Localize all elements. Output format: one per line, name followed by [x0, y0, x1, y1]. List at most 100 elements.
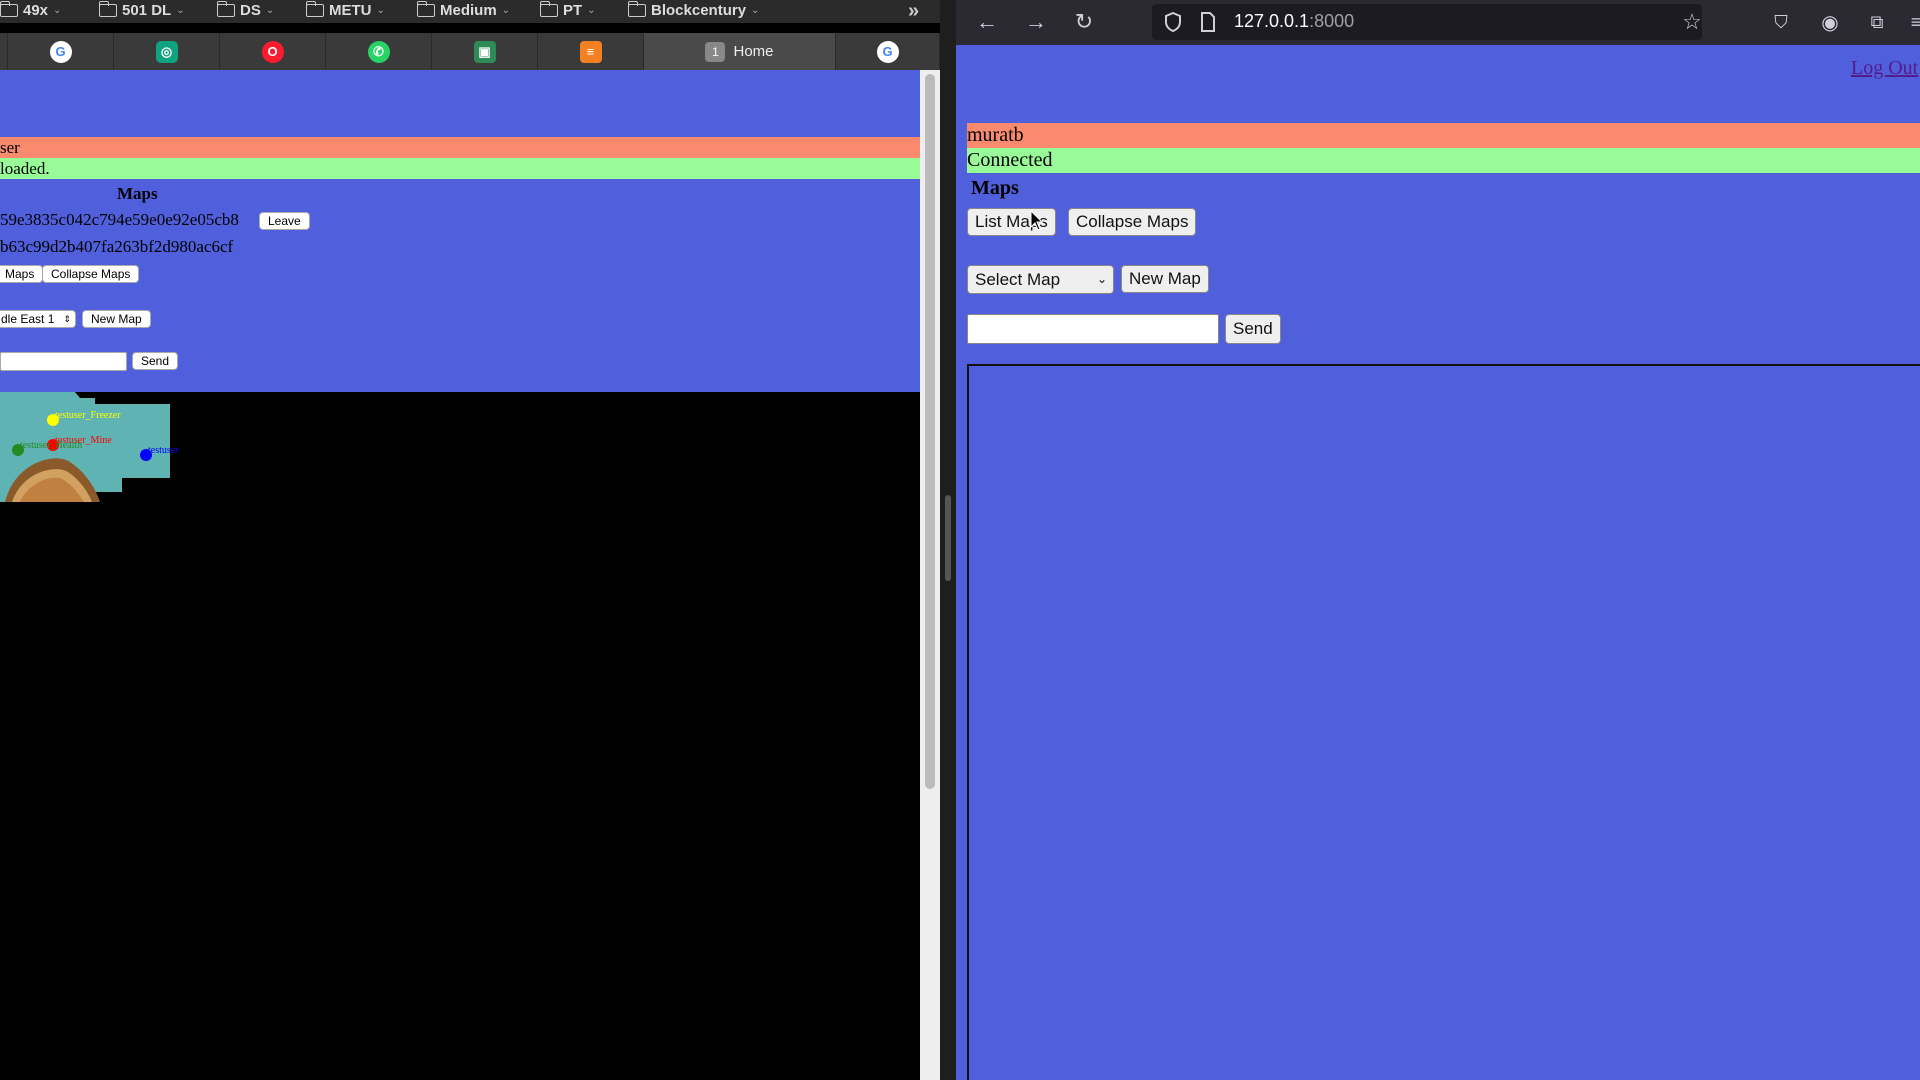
collapse-maps-button[interactable]: Collapse Maps	[42, 265, 140, 283]
chevron-down-icon: ⌄	[587, 5, 596, 16]
account-icon[interactable]: ◉	[1816, 8, 1844, 36]
google-icon: G	[876, 40, 899, 63]
bookmark-label: Medium	[440, 2, 497, 19]
tab-whatsapp[interactable]: ✆	[326, 33, 432, 70]
reload-icon[interactable]: ↻	[1070, 8, 1098, 36]
left-page-content: ser loaded. Maps 59e3835c042c794e59e0e92…	[0, 70, 920, 1080]
url-port: :8000	[1309, 11, 1355, 31]
extensions-icon[interactable]: ⧉	[1863, 8, 1891, 36]
player-label-health: testuser_Health	[20, 440, 83, 451]
shield-icon[interactable]	[1164, 12, 1182, 32]
tab-number-badge: 1	[705, 41, 726, 62]
bookmarks-overflow-icon[interactable]: »	[908, 0, 919, 23]
send-button[interactable]: Send	[132, 352, 179, 370]
right-page-content: Log Out muratb Connected Maps List Maps …	[956, 45, 1920, 1080]
app-icon: ▣	[473, 40, 496, 63]
map-select-value: dle East 1	[1, 312, 55, 326]
collapse-maps-button[interactable]: Collapse Maps	[1068, 208, 1197, 236]
bookmark-label: 501 DL	[122, 2, 172, 19]
browser-toolbar: ← → ↻ 127.0.0.1:8000 ☆ ⛉ ◉ ⧉ ≡	[956, 0, 1920, 45]
map-select[interactable]: Select Map ⌄	[967, 265, 1114, 294]
scrollbar-thumb[interactable]	[925, 74, 935, 789]
chevron-down-icon: ⌄	[501, 5, 511, 16]
url-host: 127.0.0.1	[1234, 11, 1310, 31]
divider-grip-handle[interactable]	[945, 495, 951, 581]
map-id-2: b63c99d2b407fa263bf2d980ac6cf	[0, 237, 234, 256]
menu-icon[interactable]: ≡	[1902, 8, 1920, 36]
map-select-value: Select Map	[975, 270, 1061, 289]
list-maps-button[interactable]: Maps	[0, 265, 44, 283]
game-map-canvas[interactable]	[967, 364, 1920, 1080]
player-label-freezer: testuser_Freezer	[55, 410, 121, 421]
url-text[interactable]: 127.0.0.1:8000	[1234, 11, 1354, 32]
left-page-blue-area: ser loaded. Maps 59e3835c042c794e59e0e92…	[0, 70, 920, 392]
map-id-1: 59e3835c042c794e59e0e92e05cb8	[0, 210, 239, 229]
new-map-button[interactable]: New Map	[82, 310, 151, 328]
forward-arrow-icon[interactable]: →	[1022, 8, 1050, 36]
left-browser-window: 49x ⌄ 501 DL ⌄ DS ⌄ METU ⌄ Medium ⌄ PT ⌄	[0, 0, 940, 1080]
opera-icon: O	[261, 40, 284, 63]
bookmark-folder-metu[interactable]: METU ⌄	[305, 1, 385, 19]
chatgpt-icon: ◎	[155, 40, 178, 63]
bookmark-folder-medium[interactable]: Medium ⌄	[416, 1, 511, 19]
tab-google[interactable]: G	[8, 33, 114, 70]
tab-partial[interactable]	[0, 33, 8, 70]
leave-button[interactable]: Leave	[259, 212, 310, 230]
message-input[interactable]	[967, 314, 1219, 344]
bookmark-label: Blockcentury	[651, 2, 747, 19]
tab-opera[interactable]: O	[220, 33, 326, 70]
mouse-cursor-icon	[1030, 210, 1044, 231]
bookmarks-bar: 49x ⌄ 501 DL ⌄ DS ⌄ METU ⌄ Medium ⌄ PT ⌄	[0, 0, 940, 23]
chevron-down-icon: ⌄	[265, 5, 275, 16]
split-view-divider[interactable]	[940, 0, 956, 1080]
tab-bar: G ◎ O ✆ ▣ ≡ 1 Home G	[0, 33, 940, 70]
bookmark-label: 49x	[23, 2, 49, 19]
user-band: muratb	[967, 123, 1920, 148]
new-map-button[interactable]: New Map	[1121, 265, 1209, 293]
tab-home-label: Home	[733, 43, 774, 60]
bookmark-folder-49x[interactable]: 49x ⌄	[0, 1, 62, 19]
tab-app[interactable]: ▣	[432, 33, 538, 70]
stackoverflow-icon: ≡	[579, 40, 602, 63]
status-band: Connected	[967, 148, 1920, 173]
bookmark-star-icon[interactable]: ☆	[1678, 8, 1706, 36]
google-icon: G	[49, 40, 72, 63]
logout-link[interactable]: Log Out	[1851, 57, 1918, 80]
tab-stackoverflow[interactable]: ≡	[538, 33, 644, 70]
send-button[interactable]: Send	[1225, 314, 1281, 344]
chevron-down-icon: ⌄	[376, 5, 385, 16]
map-select[interactable]: dle East 1 ⇕	[0, 310, 76, 328]
bookmark-label: METU	[329, 2, 372, 19]
folder-icon	[98, 1, 117, 17]
bookmark-folder-501dl[interactable]: 501 DL ⌄	[98, 1, 185, 19]
user-band: ser	[0, 137, 920, 158]
game-map-canvas[interactable]: testuser_Freezer testuser_Mine testuser_…	[0, 392, 180, 517]
folder-icon	[539, 1, 558, 17]
chevron-down-icon: ⌄	[53, 5, 62, 16]
pocket-icon[interactable]: ⛉	[1767, 8, 1795, 36]
folder-icon	[0, 1, 18, 17]
maps-heading: Maps	[117, 184, 158, 203]
player-label-testuser: testuser	[148, 445, 179, 456]
page-icon	[1201, 12, 1215, 32]
tab-chatgpt[interactable]: ◎	[114, 33, 220, 70]
bookmark-label: PT	[563, 2, 583, 19]
url-bar[interactable]: 127.0.0.1:8000	[1152, 4, 1702, 40]
chevron-down-icon: ⌄	[1096, 272, 1107, 286]
folder-icon	[305, 1, 324, 17]
status-band: loaded.	[0, 158, 920, 179]
bookmark-folder-pt[interactable]: PT ⌄	[539, 1, 596, 19]
folder-icon	[416, 1, 435, 17]
back-arrow-icon[interactable]: ←	[973, 8, 1001, 36]
message-input[interactable]	[0, 352, 127, 371]
bookmark-folder-blockcentury[interactable]: Blockcentury ⌄	[627, 1, 760, 19]
tab-home[interactable]: 1 Home	[644, 33, 836, 70]
folder-icon	[216, 1, 235, 17]
chevron-down-icon: ⌄	[176, 5, 185, 16]
select-arrows-icon: ⇕	[63, 314, 71, 324]
left-scrollbar[interactable]	[920, 70, 940, 1080]
folder-icon	[627, 1, 646, 17]
tab-google-2[interactable]: G	[836, 33, 940, 70]
bookmark-folder-ds[interactable]: DS ⌄	[216, 1, 275, 19]
chevron-down-icon: ⌄	[751, 5, 760, 16]
